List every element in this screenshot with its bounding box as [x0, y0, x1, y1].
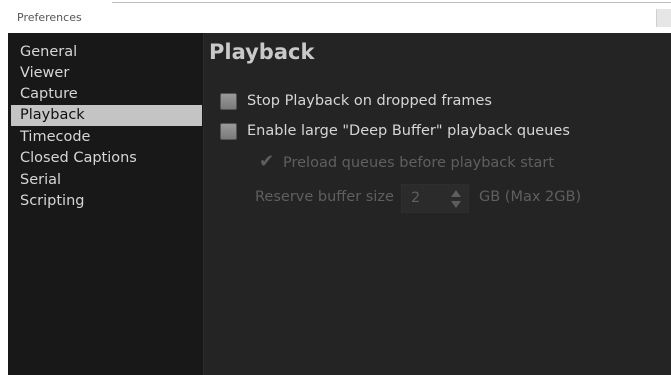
sidebar-item-scripting[interactable]: Scripting: [11, 191, 202, 212]
category-sidebar: General Viewer Capture Playback Timecode…: [8, 33, 204, 375]
title-bar: Preferences: [0, 0, 671, 33]
sidebar-item-capture[interactable]: Capture: [11, 84, 202, 105]
sidebar-item-closed-captions[interactable]: Closed Captions: [11, 148, 202, 169]
window-title: Preferences: [17, 11, 82, 24]
deep-buffer-label: Enable large "Deep Buffer" playback queu…: [247, 123, 570, 139]
preload-queues-checkbox[interactable]: ✔: [258, 151, 275, 172]
stop-on-dropped-checkbox[interactable]: [220, 93, 237, 110]
reserve-buffer-value: 2: [411, 190, 421, 206]
reserve-buffer-spinbox[interactable]: 2: [401, 184, 469, 213]
spin-down-icon[interactable]: [448, 199, 464, 211]
sidebar-item-timecode[interactable]: Timecode: [11, 127, 202, 148]
playback-panel: Playback Stop Playback on dropped frames…: [204, 33, 671, 375]
sidebar-item-serial[interactable]: Serial: [11, 170, 202, 191]
dialog-content: General Viewer Capture Playback Timecode…: [8, 33, 671, 375]
page-title: Playback: [209, 40, 315, 64]
sidebar-item-playback[interactable]: Playback: [11, 105, 202, 126]
reserve-buffer-unit: GB (Max 2GB): [479, 189, 582, 205]
stop-on-dropped-label: Stop Playback on dropped frames: [247, 93, 492, 109]
title-divider: [112, 2, 671, 3]
preload-queues-label: Preload queues before playback start: [283, 155, 555, 171]
deep-buffer-checkbox[interactable]: [220, 123, 237, 140]
sidebar-item-general[interactable]: General: [11, 42, 202, 63]
sidebar-item-viewer[interactable]: Viewer: [11, 63, 202, 84]
spin-up-icon[interactable]: [448, 187, 464, 199]
preferences-window: Preferences General Viewer Capture Playb…: [0, 0, 671, 375]
reserve-buffer-label: Reserve buffer size: [255, 189, 394, 205]
checkmark-icon: ✔: [259, 151, 275, 172]
close-button[interactable]: [656, 9, 671, 27]
